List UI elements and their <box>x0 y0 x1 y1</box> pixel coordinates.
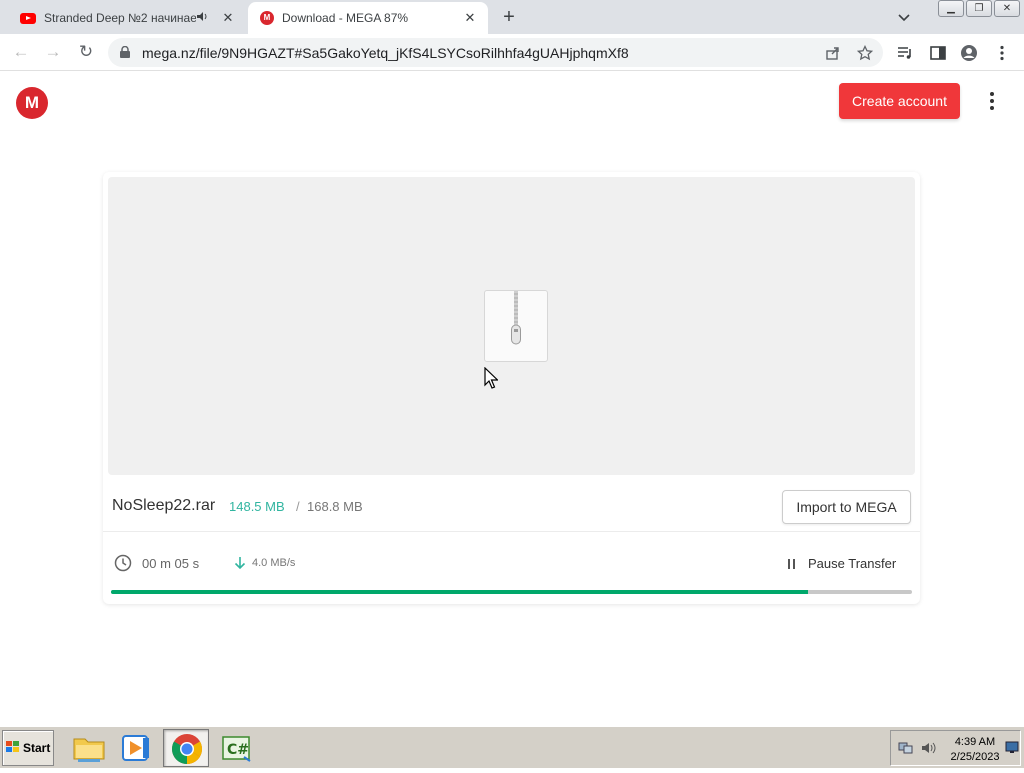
url-text: mega.nz/file/9N9HGAZT#Sa5GakoYetq_jKfS4L… <box>142 45 629 61</box>
download-card: NoSleep22.rar 148.5 MB / 168.8 MB Import… <box>103 172 920 604</box>
clock-icon <box>114 554 132 572</box>
window-controls: ▁ ❐ ✕ <box>938 0 1020 17</box>
file-name: NoSleep22.rar <box>112 497 216 514</box>
import-to-mega-button[interactable]: Import to MEGA <box>782 490 911 524</box>
zipper-icon <box>511 291 521 345</box>
pause-transfer-button[interactable]: Pause Transfer <box>808 556 896 571</box>
windows-taskbar: Start C# 4:39 AM 2/25/2023 <box>0 726 1024 768</box>
address-bar[interactable]: mega.nz/file/9N9HGAZT#Sa5GakoYetq_jKfS4L… <box>108 38 883 67</box>
back-icon[interactable]: ← <box>11 42 31 62</box>
reload-icon[interactable]: ↻ <box>76 42 96 62</box>
side-panel-icon[interactable] <box>929 44 947 62</box>
file-explorer-icon[interactable] <box>66 729 112 767</box>
forward-icon[interactable]: → <box>43 42 63 62</box>
profile-icon[interactable] <box>960 44 978 62</box>
downloaded-size: 148.5 MB <box>229 499 285 514</box>
svg-text:C#: C# <box>227 742 249 758</box>
tab-youtube[interactable]: Stranded Deep №2 начинаем ✕ <box>8 2 246 34</box>
browser-toolbar: ← → ↻ mega.nz/file/9N9HGAZT#Sa5GakoYetq_… <box>0 34 1024 71</box>
media-control-icon[interactable] <box>896 44 914 62</box>
mega-logo[interactable]: M <box>16 87 48 119</box>
clock-date: 2/25/2023 <box>950 751 1000 763</box>
start-button[interactable]: Start <box>2 730 54 766</box>
total-size: 168.8 MB <box>307 499 363 514</box>
new-tab-icon[interactable]: + <box>498 6 520 28</box>
close-window-icon[interactable]: ✕ <box>994 0 1020 17</box>
tab-mega[interactable]: M Download - MEGA 87% ✕ <box>248 2 488 34</box>
minimize-icon[interactable]: ▁ <box>938 0 964 17</box>
network-icon[interactable] <box>898 741 914 755</box>
volume-icon[interactable] <box>921 741 937 755</box>
pause-icon[interactable] <box>787 558 797 570</box>
page-menu-icon[interactable] <box>984 92 1000 114</box>
download-progress-bar <box>111 590 912 594</box>
transfer-status-row: 00 m 05 s 4.0 MB/s Pause Transfer <box>103 537 920 592</box>
youtube-icon <box>20 12 36 24</box>
download-arrow-icon <box>234 557 246 570</box>
media-player-icon[interactable] <box>113 729 159 767</box>
close-tab-icon[interactable]: ✕ <box>462 10 478 26</box>
tab-title: Stranded Deep №2 начинаем <box>44 11 196 25</box>
progress-fill <box>111 590 808 594</box>
create-account-button[interactable]: Create account <box>839 83 960 119</box>
transfer-speed: 4.0 MB/s <box>252 557 296 569</box>
share-icon[interactable] <box>825 45 841 61</box>
file-info-row: NoSleep22.rar 148.5 MB / 168.8 MB Import… <box>103 480 920 532</box>
close-tab-icon[interactable]: ✕ <box>220 10 236 26</box>
mouse-cursor-icon <box>484 367 498 389</box>
time-remaining: 00 m 05 s <box>142 556 200 571</box>
restore-icon[interactable]: ❐ <box>966 0 992 17</box>
csharp-app-icon[interactable]: C# <box>214 729 260 767</box>
chrome-icon[interactable] <box>163 729 209 767</box>
start-label: Start <box>23 741 51 755</box>
file-preview <box>108 177 915 475</box>
archive-file-icon <box>484 290 548 362</box>
tab-strip: Stranded Deep №2 начинаем ✕ M Download -… <box>0 0 1024 34</box>
chevron-down-icon[interactable] <box>896 9 912 25</box>
system-tray: 4:39 AM 2/25/2023 <box>890 730 1021 766</box>
tab-title: Download - MEGA 87% <box>282 11 409 25</box>
windows-logo-icon <box>5 741 19 752</box>
size-separator: / <box>296 499 300 514</box>
mega-icon: M <box>260 11 274 25</box>
bookmark-star-icon[interactable] <box>857 45 873 61</box>
taskbar-clock[interactable]: 4:39 AM 2/25/2023 <box>946 735 1004 765</box>
menu-kebab-icon[interactable] <box>993 44 1011 62</box>
show-desktop-icon[interactable] <box>1005 741 1019 753</box>
speaker-icon[interactable] <box>196 11 210 25</box>
clock-time: 4:39 AM <box>954 736 996 748</box>
lock-icon <box>120 46 130 58</box>
